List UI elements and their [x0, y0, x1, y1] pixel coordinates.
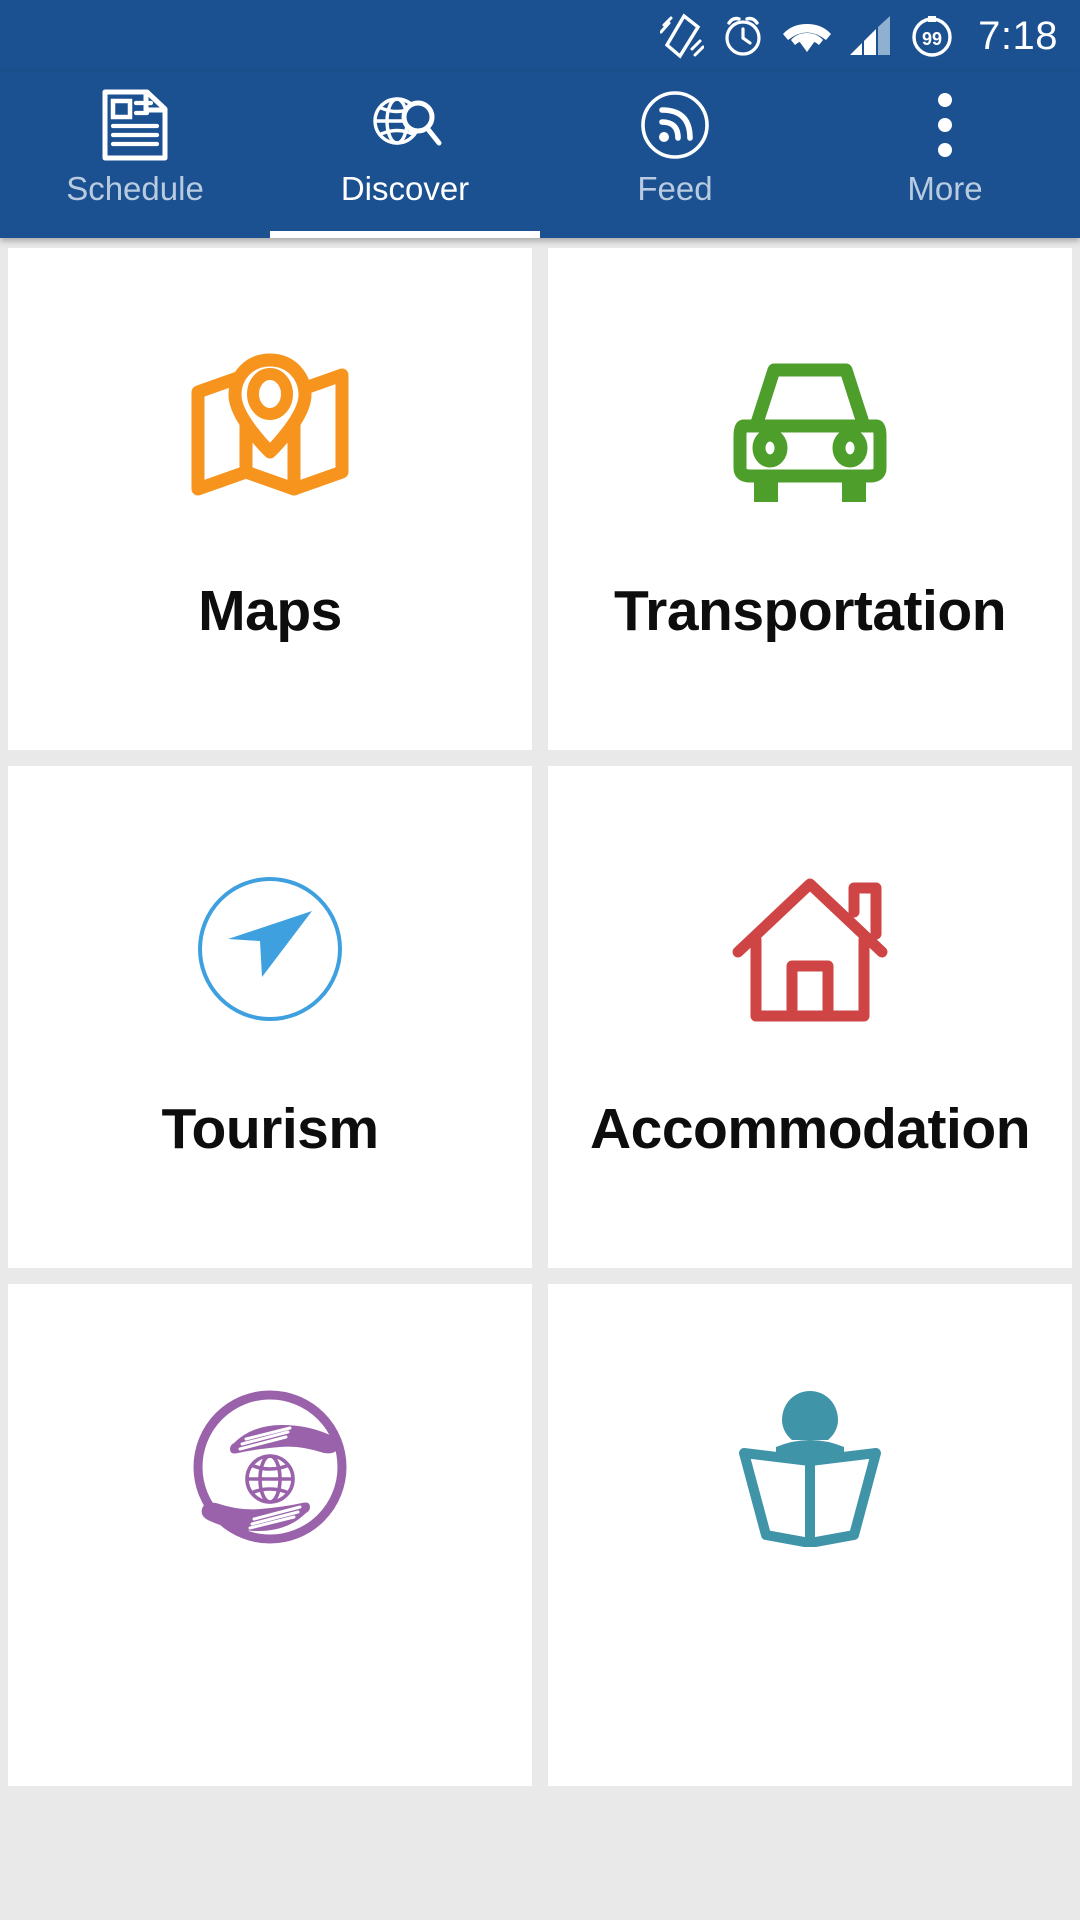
grid-item-hands-globe[interactable] [8, 1284, 532, 1786]
grid-item-tourism[interactable]: Tourism [8, 766, 532, 1268]
tab-label-discover: Discover [340, 170, 470, 207]
battery-icon: 99 [908, 12, 956, 60]
tab-discover[interactable]: Discover [270, 72, 540, 238]
vibrate-icon [660, 13, 705, 59]
top-tab-bar: Schedule Discover Feed More [0, 72, 1080, 238]
tab-more[interactable]: More [810, 72, 1080, 238]
alarm-clock-icon [720, 13, 766, 59]
status-bar-clock: 7:18 [978, 13, 1058, 58]
grid-item-accommodation[interactable]: Accommodation [548, 766, 1072, 1268]
tab-label-schedule: Schedule [66, 170, 204, 207]
status-bar: 99 7:18 [0, 0, 1080, 72]
cellular-signal-icon [848, 15, 892, 57]
news-document-icon [99, 89, 171, 161]
tab-label-more: More [907, 170, 983, 207]
grid-item-transportation[interactable]: Transportation [548, 248, 1072, 750]
house-icon [548, 854, 1072, 1044]
grid-label-maps: Maps [198, 579, 342, 643]
overflow-menu-icon [933, 90, 957, 160]
tab-feed[interactable]: Feed [540, 72, 810, 238]
person-reading-book-icon [548, 1372, 1072, 1562]
rss-feed-icon [639, 90, 711, 160]
wifi-icon [782, 16, 832, 56]
grid-label-tourism: Tourism [161, 1097, 379, 1161]
grid-label-transportation: Transportation [613, 579, 1007, 643]
grid-item-maps[interactable]: Maps [8, 248, 532, 750]
folded-map-pin-icon [8, 336, 532, 526]
tab-schedule[interactable]: Schedule [0, 72, 270, 238]
tab-label-feed: Feed [637, 170, 713, 207]
grid-item-reading[interactable] [548, 1284, 1072, 1786]
car-front-icon [548, 336, 1072, 526]
hands-globe-icon [8, 1372, 532, 1562]
compass-arrow-icon [8, 854, 532, 1044]
battery-level-text: 99 [922, 29, 942, 49]
globe-search-icon [367, 90, 443, 160]
grid-label-accommodation: Accommodation [589, 1097, 1031, 1161]
discover-grid: Maps Transportation Tourism Accommodatio… [0, 238, 1080, 1786]
